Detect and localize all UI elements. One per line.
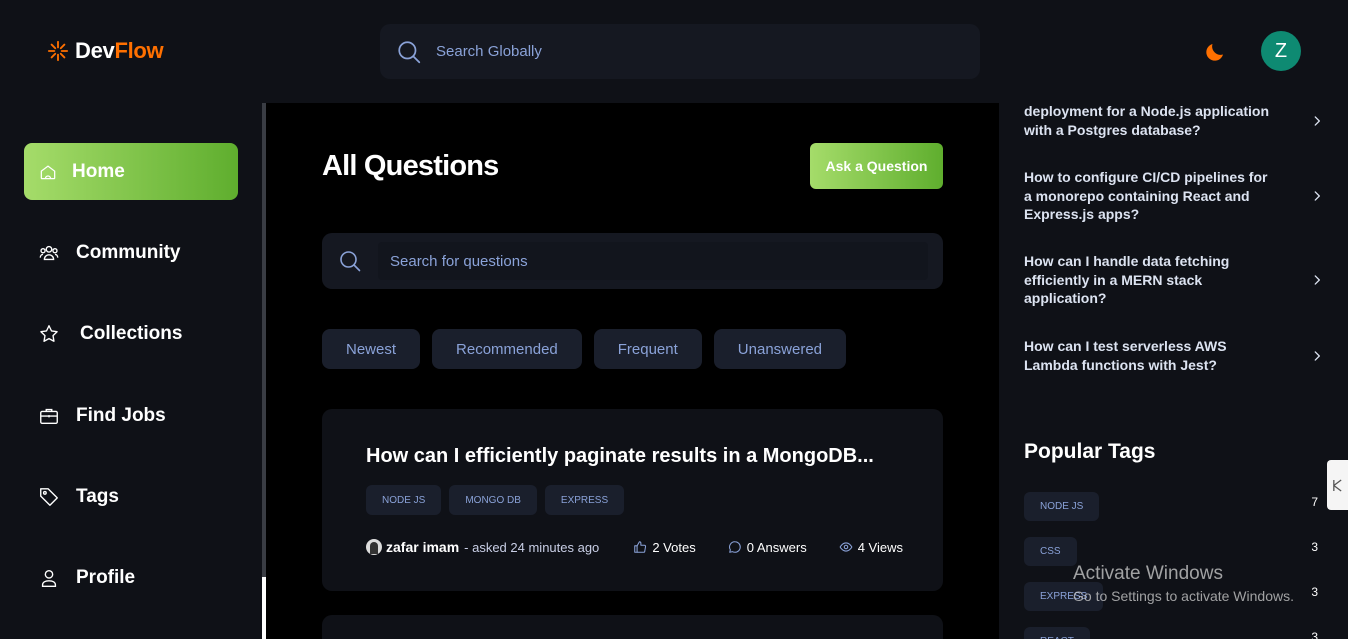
navbar: DevFlow Z bbox=[0, 0, 1348, 103]
sidebar-item-label: Profile bbox=[76, 566, 136, 588]
expand-icon bbox=[1333, 478, 1342, 492]
activation-watermark: Activate Windows Go to Settings to activ… bbox=[1073, 563, 1294, 604]
main-content: All Questions Ask a Question Newest Reco… bbox=[266, 103, 999, 639]
logo-icon bbox=[47, 40, 69, 62]
hot-question-item[interactable]: deployment for a Node.js application wit… bbox=[1024, 103, 1324, 138]
sidebar-item-label: Tags bbox=[76, 485, 119, 507]
question-title[interactable]: How can I efficiently paginate results i… bbox=[366, 445, 906, 468]
tag-count: 3 bbox=[1311, 630, 1318, 639]
votes-stat: 2 Votes bbox=[633, 539, 696, 555]
sidebar-item-label: Collections bbox=[80, 322, 183, 344]
question-search-bar[interactable] bbox=[322, 233, 943, 289]
filter-newest[interactable]: Newest bbox=[322, 329, 421, 369]
user-icon bbox=[41, 569, 57, 587]
sidebar-item-label: Community bbox=[76, 241, 181, 263]
question-stats: 2 Votes 0 Answers 4 Views bbox=[633, 540, 903, 555]
search-icon bbox=[340, 251, 361, 272]
logo-text-flow: Flow bbox=[114, 38, 164, 63]
tag-count: 3 bbox=[1311, 585, 1318, 599]
tag-pill[interactable]: REACT bbox=[1024, 627, 1090, 639]
right-sidebar: deployment for a Node.js application wit… bbox=[999, 103, 1348, 639]
sidebar-item-tags[interactable]: Tags bbox=[24, 468, 238, 525]
global-search-bar[interactable] bbox=[380, 24, 980, 79]
logo-text: DevFlow bbox=[75, 38, 164, 64]
briefcase-icon bbox=[40, 408, 58, 424]
eye-icon bbox=[839, 542, 853, 552]
hot-question-item[interactable]: How to configure CI/CD pipelines for a m… bbox=[1024, 168, 1324, 224]
popular-tag-item[interactable]: REACT 3 bbox=[1024, 627, 1318, 639]
author-avatar bbox=[366, 539, 382, 555]
thumbs-up-icon bbox=[634, 541, 647, 553]
popular-tags-title: Popular Tags bbox=[1024, 440, 1156, 463]
avatar[interactable]: Z bbox=[1261, 31, 1301, 71]
ask-question-button[interactable]: Ask a Question bbox=[810, 143, 943, 189]
question-search-field bbox=[378, 242, 928, 280]
chevron-right-icon bbox=[1314, 191, 1320, 201]
tag-pill[interactable]: CSS bbox=[1024, 537, 1077, 566]
left-sidebar: Home Community Collections Find Jobs Tag… bbox=[0, 103, 262, 639]
tag-pill[interactable]: NODE JS bbox=[1024, 492, 1100, 521]
question-meta: zafar imam - asked 24 minutes ago 2 Vote… bbox=[366, 537, 903, 557]
sidebar-item-collections[interactable]: Collections bbox=[24, 305, 238, 362]
tag-count: 7 bbox=[1311, 495, 1318, 509]
votes-count: 2 Votes bbox=[652, 539, 696, 555]
hot-question-item[interactable]: How can I test serverless AWS Lambda fun… bbox=[1024, 337, 1324, 374]
star-icon bbox=[40, 324, 58, 342]
moon-icon[interactable] bbox=[1203, 40, 1227, 64]
hot-question-text: How to configure CI/CD pipelines for a m… bbox=[1024, 169, 1268, 223]
views-stat: 4 Views bbox=[839, 540, 903, 555]
search-icon bbox=[398, 40, 421, 63]
sidebar-item-find-jobs[interactable]: Find Jobs bbox=[24, 387, 238, 444]
sidebar-item-home[interactable]: Home bbox=[24, 143, 238, 200]
logo[interactable]: DevFlow bbox=[47, 38, 164, 64]
tag-pill[interactable]: NODE JS bbox=[366, 485, 442, 515]
message-icon bbox=[728, 541, 741, 553]
tag-pill[interactable]: EXPRESS bbox=[544, 485, 625, 515]
views-count: 4 Views bbox=[857, 539, 903, 555]
home-icon bbox=[40, 164, 56, 179]
author-name: zafar imam bbox=[386, 539, 460, 555]
hot-question-item[interactable]: How can I handle data fetching efficient… bbox=[1024, 252, 1324, 308]
filter-frequent[interactable]: Frequent bbox=[593, 329, 702, 369]
filter-recommended[interactable]: Recommended bbox=[432, 329, 582, 369]
popular-tag-item[interactable]: NODE JS 7 bbox=[1024, 492, 1318, 521]
chevron-right-icon bbox=[1314, 275, 1320, 285]
hot-question-text: deployment for a Node.js application wit… bbox=[1024, 103, 1270, 138]
logo-text-dev: Dev bbox=[75, 38, 115, 63]
question-card[interactable] bbox=[322, 615, 943, 639]
global-search-input[interactable] bbox=[436, 43, 956, 60]
answers-count: 0 Answers bbox=[746, 539, 807, 555]
sidebar-item-label: Home bbox=[72, 160, 125, 182]
question-card[interactable]: How can I efficiently paginate results i… bbox=[322, 409, 943, 591]
watermark-title: Activate Windows bbox=[1073, 563, 1223, 584]
users-icon bbox=[39, 245, 59, 260]
chevron-right-icon bbox=[1314, 350, 1320, 361]
side-panel-handle[interactable] bbox=[1327, 460, 1348, 510]
filter-tabs: Newest Recommended Frequent Unanswered bbox=[322, 329, 847, 369]
answers-stat: 0 Answers bbox=[728, 540, 807, 555]
question-author[interactable]: zafar imam - asked 24 minutes ago bbox=[366, 539, 599, 555]
watermark-subtitle: Go to Settings to activate Windows. bbox=[1073, 588, 1294, 604]
question-tags: NODE JS MONGO DB EXPRESS bbox=[366, 485, 625, 515]
tag-icon bbox=[40, 487, 58, 506]
filter-unanswered[interactable]: Unanswered bbox=[713, 329, 847, 369]
sidebar-item-label: Find Jobs bbox=[76, 404, 166, 426]
asked-time: - asked 24 minutes ago bbox=[464, 539, 600, 555]
sidebar-item-community[interactable]: Community bbox=[24, 224, 238, 281]
sidebar-item-profile[interactable]: Profile bbox=[24, 549, 238, 606]
page-title: All Questions bbox=[322, 150, 499, 182]
popular-tag-item[interactable]: CSS 3 bbox=[1024, 537, 1318, 566]
tag-count: 3 bbox=[1311, 540, 1318, 554]
question-search-input[interactable] bbox=[378, 252, 908, 270]
hot-question-text: How can I handle data fetching efficient… bbox=[1024, 253, 1230, 307]
hot-question-text: How can I test serverless AWS Lambda fun… bbox=[1024, 338, 1227, 373]
tag-pill[interactable]: MONGO DB bbox=[449, 485, 537, 515]
chevron-right-icon bbox=[1314, 115, 1320, 126]
